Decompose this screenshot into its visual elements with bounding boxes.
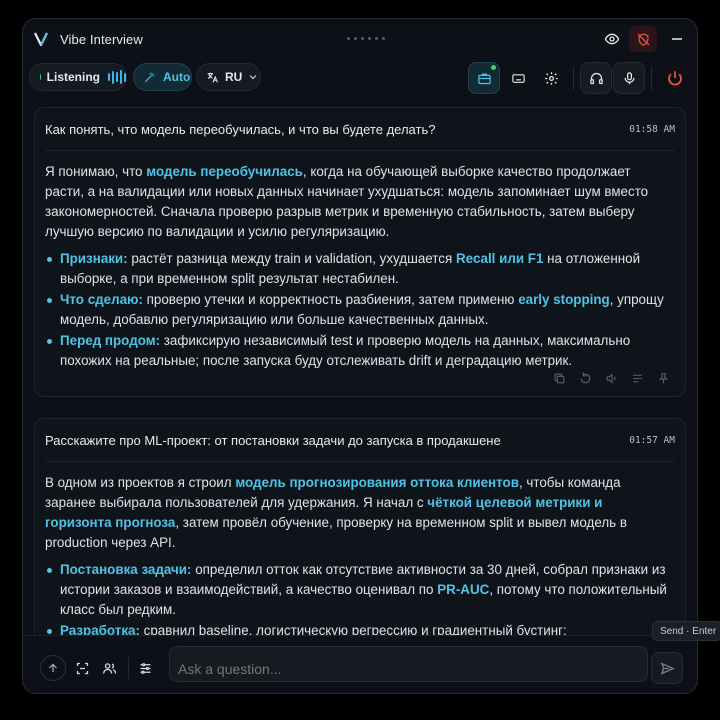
conversation-list[interactable]: Как понять, что модель переобучилась, и … (23, 105, 697, 635)
answer-bullets: Постановка задачи: определил отток как о… (45, 560, 667, 635)
list-item: Признаки: растёт разница между train и v… (45, 249, 667, 289)
auto-label: Auto (163, 70, 191, 84)
options-button[interactable] (133, 656, 157, 680)
question-text: Расскажите про ML-проект: от постановки … (45, 433, 501, 448)
audio-output-button[interactable] (580, 62, 612, 94)
chevron-down-icon (248, 72, 258, 82)
users-icon (102, 661, 117, 676)
timestamp: 01:58 AM (629, 124, 675, 135)
power-button[interactable] (659, 62, 691, 94)
question-row: Как понять, что модель переобучилась, и … (45, 122, 675, 140)
list-icon[interactable] (629, 370, 645, 386)
app-logo-icon (31, 29, 51, 49)
listening-label: Listening (46, 70, 100, 84)
list-item: Разработка: сравнил baseline, логистичес… (45, 621, 667, 635)
composer-bar (23, 635, 697, 693)
message-card: Как понять, что модель переобучилась, и … (34, 107, 686, 397)
copy-icon[interactable] (551, 370, 567, 386)
toolbar-divider (573, 66, 574, 90)
title-bar[interactable]: Vibe Interview (23, 19, 697, 59)
stealth-toggle-button[interactable] (629, 26, 657, 52)
microphone-button[interactable] (613, 62, 645, 94)
divider (45, 150, 675, 151)
minimize-icon (671, 33, 683, 45)
scan-icon (75, 661, 90, 676)
timestamp: 01:57 AM (629, 435, 675, 446)
language-label: RU (225, 70, 243, 84)
keyboard-button[interactable] (502, 62, 534, 94)
list-item: Что сделаю: проверю утечки и корректност… (45, 290, 667, 330)
keyboard-icon (511, 71, 526, 86)
answer-intro: Я понимаю, что модель переобучилась, ког… (45, 164, 649, 239)
sliders-icon (138, 661, 153, 676)
headphones-icon (589, 71, 604, 86)
visibility-button[interactable] (598, 26, 626, 52)
toolbar-divider (651, 66, 652, 90)
notification-dot (491, 65, 496, 70)
refresh-icon[interactable] (577, 370, 593, 386)
drag-handle[interactable] (347, 37, 385, 40)
participants-button[interactable] (97, 656, 121, 680)
send-icon (660, 661, 675, 676)
shield-off-icon (636, 32, 651, 47)
speaker-icon[interactable] (603, 370, 619, 386)
listening-status-pill[interactable]: Listening (29, 63, 127, 91)
question-row: Расскажите про ML-проект: от постановки … (45, 433, 675, 451)
auto-mode-button[interactable]: Auto (133, 63, 192, 91)
send-button[interactable] (651, 652, 683, 684)
language-select[interactable]: RU (196, 63, 261, 91)
minimize-button[interactable] (663, 26, 691, 52)
highlight: модель переобучилась (146, 164, 303, 179)
translate-icon (206, 71, 219, 84)
scroll-up-button[interactable] (40, 655, 66, 681)
app-window: Vibe Interview Listening Auto RU Как пон… (22, 18, 698, 694)
send-tooltip: Send · Enter (652, 621, 720, 641)
power-icon (666, 69, 684, 87)
message-actions (551, 370, 671, 386)
answer-bullets: Признаки: растёт разница между train и v… (45, 249, 667, 371)
app-title: Vibe Interview (60, 32, 143, 47)
settings-button[interactable] (535, 62, 567, 94)
list-item: Перед продом: зафиксирую независимый tes… (45, 331, 667, 371)
toolbar: Listening Auto RU (23, 61, 697, 95)
highlight: модель прогнозирования оттока клиентов (235, 475, 519, 490)
question-text: Как понять, что модель переобучилась, и … (45, 122, 436, 137)
live-indicator (40, 74, 41, 80)
profile-button[interactable] (468, 62, 500, 94)
divider (45, 461, 675, 462)
question-input[interactable] (169, 646, 648, 682)
message-card: Расскажите про ML-проект: от постановки … (34, 418, 686, 635)
gear-icon (544, 71, 559, 86)
briefcase-icon (477, 71, 492, 86)
wand-icon (143, 71, 156, 84)
answer-body: В одном из проектов я строил модель прог… (45, 473, 667, 635)
audio-level-icon (108, 70, 126, 84)
screenshot-button[interactable] (70, 656, 94, 680)
eye-icon (604, 31, 620, 47)
arrow-up-icon (47, 662, 59, 674)
answer-intro: В одном из проектов я строил модель прог… (45, 475, 627, 550)
list-item: Постановка задачи: определил отток как о… (45, 560, 667, 620)
answer-body: Я понимаю, что модель переобучилась, ког… (45, 162, 667, 372)
pin-icon[interactable] (655, 370, 671, 386)
composer-divider (128, 657, 129, 679)
mic-icon (622, 71, 637, 86)
